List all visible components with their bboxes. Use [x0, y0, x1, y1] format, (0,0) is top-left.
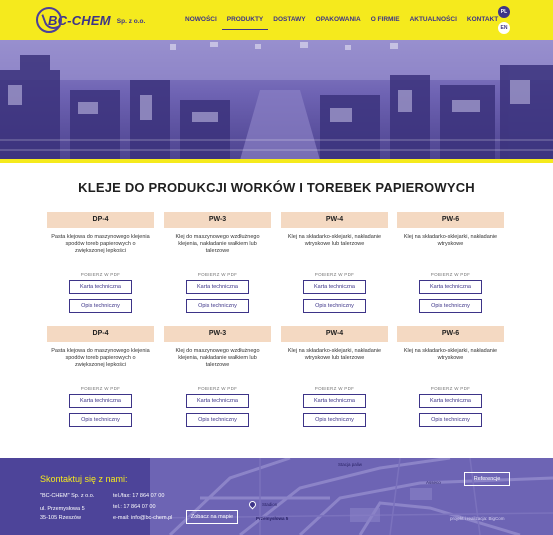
main-nav: NOWOŚCI PRODUKTY DOSTAWY OPAKOWANIA O FI… — [180, 14, 503, 30]
nav-item-produkty[interactable]: PRODUKTY — [221, 14, 269, 30]
site-header: BC-CHEM Sp. z o.o. NOWOŚCI PRODUKTY DOST… — [0, 0, 553, 40]
pdf-label: POBIERZ W PDF — [80, 386, 121, 391]
language-pl[interactable]: PL — [498, 6, 510, 18]
product-name: PW-4 — [281, 326, 388, 342]
company-name: "BC-CHEM" Sp. z o.o. — [40, 493, 95, 499]
technical-card-button[interactable]: Karta techniczna — [419, 280, 482, 294]
product-description: Klej na składarko-sklejarki, nakładanie … — [287, 348, 382, 361]
product-description: Klej na składarko-sklejarki, nakładanie … — [403, 234, 498, 247]
technical-description-button[interactable]: Opis techniczny — [186, 299, 249, 313]
product-description: Klej na składarko-sklejarki, nakładanie … — [403, 348, 498, 361]
product-description: Klej na składarko-sklejarki, nakładanie … — [287, 234, 382, 247]
nav-item-opakowania[interactable]: OPAKOWANIA — [311, 14, 366, 30]
phone-fax: tel./fax: 17 864 07 00 — [113, 493, 165, 499]
product-card: PW-6 Klej na składarko-sklejarki, nakład… — [397, 212, 504, 313]
product-name: DP-4 — [47, 212, 154, 228]
factory-illustration — [0, 40, 553, 160]
nav-item-dostawy[interactable]: DOSTAWY — [268, 14, 310, 30]
product-description: Klej do maszynowego wzdłużnego klejenia,… — [175, 234, 260, 254]
product-card: PW-4 Klej na składarko-sklejarki, nakład… — [281, 326, 388, 427]
pdf-label: POBIERZ W PDF — [314, 272, 355, 277]
product-name: PW-4 — [281, 212, 388, 228]
email-link[interactable]: e-mail: info@bc-chem.pl — [113, 514, 172, 523]
product-card: PW-3 Klej do maszynowego wzdłużnego klej… — [164, 212, 271, 313]
technical-description-button[interactable]: Opis techniczny — [303, 413, 366, 427]
technical-description-button[interactable]: Opis techniczny — [419, 413, 482, 427]
pdf-label: POBIERZ W PDF — [430, 272, 471, 277]
nav-item-aktualnosci[interactable]: AKTUALNOŚCI — [405, 14, 462, 30]
product-name: PW-3 — [164, 212, 271, 228]
product-card: DP-4 Pasta klejowa do maszynowego klejen… — [47, 212, 154, 313]
nav-item-kontakt[interactable]: KONTAKT — [462, 14, 503, 30]
product-card: PW-3 Klej do maszynowego wzdłużnego klej… — [164, 326, 271, 427]
hero-banner — [0, 40, 553, 160]
nav-item-o-firmie[interactable]: O FIRMIE — [366, 14, 405, 30]
nav-item-nowosci[interactable]: NOWOŚCI — [180, 14, 222, 30]
map-label-asseco: Asseco — [426, 480, 441, 485]
technical-card-button[interactable]: Karta techniczna — [419, 394, 482, 408]
technical-description-button[interactable]: Opis techniczny — [186, 413, 249, 427]
view-map-button[interactable]: Zobacz na mapie — [186, 510, 238, 524]
hero-accent-bar — [0, 159, 553, 163]
design-credits[interactable]: projekt i realizacja: BigCom — [450, 516, 505, 521]
address-city: 35-105 Rzeszów — [40, 515, 81, 521]
technical-description-button[interactable]: Opis techniczny — [69, 299, 132, 313]
technical-card-button[interactable]: Karta techniczna — [303, 394, 366, 408]
product-name: PW-6 — [397, 212, 504, 228]
technical-card-button[interactable]: Karta techniczna — [69, 394, 132, 408]
product-description: Klej do maszynowego wzdłużnego klejenia,… — [175, 348, 260, 368]
pdf-label: POBIERZ W PDF — [80, 272, 121, 277]
product-description: Pasta klejowa do maszynowego klejenia sp… — [51, 348, 150, 368]
references-button[interactable]: Referencje — [464, 472, 510, 486]
pdf-label: POBIERZ W PDF — [197, 386, 238, 391]
product-name: PW-6 — [397, 326, 504, 342]
product-card: PW-6 Klej na składarko-sklejarki, nakład… — [397, 326, 504, 427]
logo-subtext: Sp. z o.o. — [116, 17, 146, 25]
company-logo[interactable]: BC-CHEM Sp. z o.o. — [36, 6, 145, 34]
address-street: ul. Przemysłowa 5 — [40, 506, 85, 512]
technical-description-button[interactable]: Opis techniczny — [69, 413, 132, 427]
contact-heading: Skontaktuj się z nami: — [40, 474, 128, 484]
product-card: DP-4 Pasta klejowa do maszynowego klejen… — [47, 326, 154, 427]
technical-card-button[interactable]: Karta techniczna — [186, 280, 249, 294]
product-name: DP-4 — [47, 326, 154, 342]
phone: tel.: 17 864 07 00 — [113, 504, 156, 510]
pdf-label: POBIERZ W PDF — [197, 272, 238, 277]
technical-description-button[interactable]: Opis techniczny — [303, 299, 366, 313]
technical-description-button[interactable]: Opis techniczny — [419, 299, 482, 313]
site-footer: Skontaktuj się z nami: "BC-CHEM" Sp. z o… — [0, 458, 553, 535]
product-description: Pasta klejowa do maszynowego klejenia sp… — [51, 234, 150, 254]
logo-mark-icon — [36, 7, 62, 33]
language-en[interactable]: EN — [498, 22, 510, 34]
technical-card-button[interactable]: Karta techniczna — [69, 280, 132, 294]
technical-card-button[interactable]: Karta techniczna — [303, 280, 366, 294]
product-name: PW-3 — [164, 326, 271, 342]
pdf-label: POBIERZ W PDF — [430, 386, 471, 391]
product-card: PW-4 Klej na składarko-sklejarki, nakład… — [281, 212, 388, 313]
map-label-fuel: Stacja paliw — [338, 462, 363, 467]
page-title: KLEJE DO PRODUKCJI WORKÓW I TOREBEK PAPI… — [78, 180, 475, 195]
map-label-stadion: Stadion — [262, 502, 278, 507]
map-place-label: Przemysłowa 5 — [256, 516, 289, 521]
technical-card-button[interactable]: Karta techniczna — [186, 394, 249, 408]
pdf-label: POBIERZ W PDF — [314, 386, 355, 391]
